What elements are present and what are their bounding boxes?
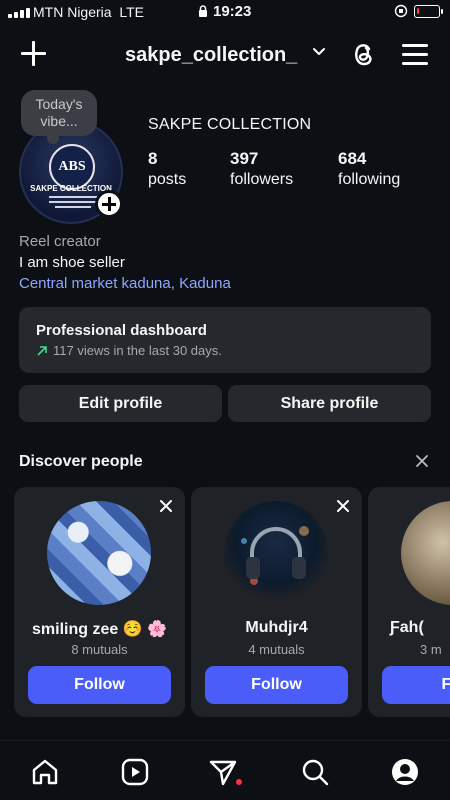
account-username[interactable]: sakpe_collection_ bbox=[125, 44, 297, 67]
avatar[interactable] bbox=[224, 501, 328, 605]
following-label: following bbox=[338, 171, 401, 188]
search-icon[interactable] bbox=[300, 757, 330, 787]
avatar[interactable] bbox=[47, 501, 151, 605]
avatar[interactable] bbox=[401, 501, 450, 605]
note-bubble[interactable]: Today's vibe... bbox=[21, 90, 97, 144]
professional-dashboard[interactable]: Professional dashboard 117 views in the … bbox=[19, 307, 431, 373]
bio-text: I am shoe seller bbox=[19, 254, 125, 271]
profile-category: Reel creator bbox=[19, 233, 101, 250]
posts-stat[interactable]: 8 posts bbox=[148, 149, 186, 189]
create-icon[interactable] bbox=[20, 40, 48, 68]
avatar-line bbox=[49, 201, 97, 203]
following-count: 684 bbox=[338, 149, 367, 168]
following-stat[interactable]: 684 following bbox=[338, 149, 400, 189]
chevron-down-icon[interactable] bbox=[312, 47, 326, 57]
followers-count: 397 bbox=[230, 149, 259, 168]
orientation-lock-icon bbox=[394, 4, 408, 18]
edit-profile-button[interactable]: Edit profile bbox=[19, 385, 222, 422]
suggestion-name: Ƒah( bbox=[390, 619, 424, 636]
suggestion-name: smiling zee ☺️ 🌸 bbox=[32, 621, 167, 638]
profile-tab-icon[interactable] bbox=[390, 757, 420, 787]
close-icon[interactable] bbox=[336, 499, 350, 513]
follow-button[interactable]: Follow bbox=[205, 666, 348, 704]
avatar-line bbox=[49, 196, 97, 198]
suggestion-card[interactable]: smiling zee ☺️ 🌸 8 mutuals Follow bbox=[14, 487, 185, 717]
suggestion-card[interactable]: Muhdjr4 4 mutuals Follow bbox=[191, 487, 362, 717]
posts-count: 8 bbox=[148, 149, 158, 168]
battery-icon bbox=[414, 4, 443, 18]
clock: 19:23 bbox=[213, 3, 252, 20]
carrier-label: MTN Nigeria LTE bbox=[33, 4, 144, 20]
bottom-tab-bar bbox=[0, 740, 450, 800]
follow-button[interactable]: Fol bbox=[382, 666, 450, 704]
signal-icon bbox=[8, 8, 30, 18]
suggestion-card[interactable]: Ƒah( 3 m Fol bbox=[368, 487, 450, 717]
display-name: SAKPE COLLECTION bbox=[148, 116, 312, 133]
dashboard-title: Professional dashboard bbox=[36, 322, 207, 339]
top-nav: sakpe_collection_ bbox=[0, 34, 450, 76]
headphones-image bbox=[241, 526, 309, 585]
threads-icon[interactable] bbox=[350, 40, 376, 68]
suggestion-name: Muhdjr4 bbox=[245, 619, 308, 636]
avatar-line bbox=[55, 206, 91, 208]
status-bar: MTN Nigeria LTE 19:23 bbox=[0, 0, 450, 26]
mutuals-count: 4 mutuals bbox=[248, 642, 305, 657]
follow-button[interactable]: Follow bbox=[28, 666, 171, 704]
dashboard-subtitle: 117 views in the last 30 days. bbox=[36, 343, 414, 358]
add-story-icon[interactable] bbox=[95, 190, 123, 218]
followers-stat[interactable]: 397 followers bbox=[230, 149, 293, 189]
location-link[interactable]: Central market kaduna, Kaduna bbox=[19, 273, 231, 294]
send-icon[interactable] bbox=[208, 757, 238, 787]
mutuals-count: 8 mutuals bbox=[71, 642, 128, 657]
share-profile-button[interactable]: Share profile bbox=[228, 385, 431, 422]
discover-people-title: Discover people bbox=[19, 453, 143, 470]
close-icon[interactable] bbox=[415, 454, 429, 468]
lock-icon bbox=[199, 5, 207, 17]
menu-icon[interactable] bbox=[402, 42, 428, 66]
notification-dot bbox=[236, 779, 242, 785]
home-icon[interactable] bbox=[30, 757, 60, 787]
bio-section: Reel creator I am shoe seller Central ma… bbox=[19, 231, 231, 294]
reels-icon[interactable] bbox=[120, 757, 150, 787]
posts-label: posts bbox=[148, 171, 187, 188]
close-icon[interactable] bbox=[159, 499, 173, 513]
trend-up-icon bbox=[37, 345, 47, 356]
followers-label: followers bbox=[230, 171, 294, 188]
mutuals-count: 3 m bbox=[420, 642, 442, 657]
